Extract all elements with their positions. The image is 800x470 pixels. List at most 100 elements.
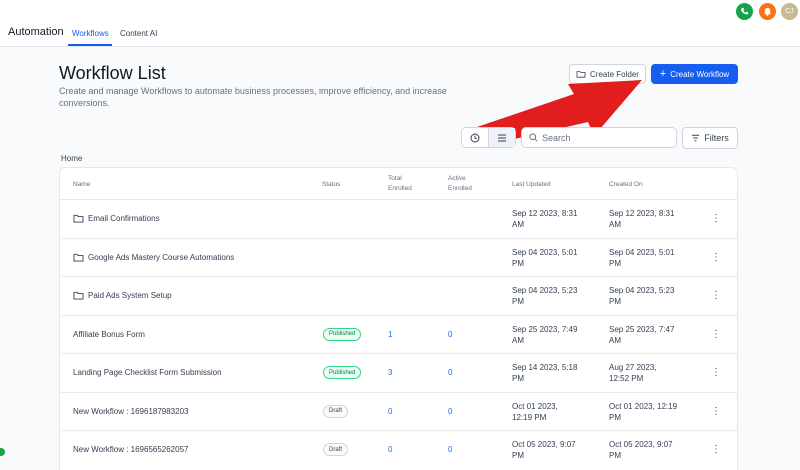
- created-line1: Oct 05 2023, 9:07: [609, 440, 673, 449]
- row-last-updated: Sep 04 2023, 5:01 PM: [512, 247, 577, 269]
- row-last-updated: Oct 05 2023, 9:07 PM: [512, 439, 576, 461]
- table-row[interactable]: Paid Ads System Setup Sep 04 2023, 5:23 P…: [60, 277, 737, 316]
- updated-line1: Sep 14 2023, 5:18: [512, 363, 578, 372]
- updated-line1: Oct 01 2023,: [512, 401, 558, 411]
- updated-line2: PM: [512, 258, 524, 268]
- row-name[interactable]: Affiliate Bonus Form: [73, 329, 145, 340]
- create-workflow-button[interactable]: + Create Workflow: [651, 64, 738, 84]
- row-active-enrolled[interactable]: 0: [448, 367, 452, 378]
- created-line2: PM: [609, 258, 621, 268]
- app-title: Automation: [8, 26, 64, 38]
- chat-widget-indicator[interactable]: [0, 448, 5, 456]
- row-created-on: Sep 04 2023, 5:01 PM: [609, 247, 674, 269]
- more-options-icon[interactable]: ⋮: [711, 329, 721, 340]
- clock-icon[interactable]: [462, 128, 488, 147]
- updated-line1: Sep 12 2023, 8:31: [512, 209, 578, 218]
- row-name-text: Landing Page Checklist Form Submission: [73, 368, 222, 377]
- row-last-updated: Sep 04 2023, 5:23 PM: [512, 285, 577, 307]
- created-line1: Sep 04 2023, 5:23: [609, 286, 675, 295]
- more-options-icon[interactable]: ⋮: [711, 291, 721, 301]
- row-name[interactable]: Landing Page Checklist Form Submission: [73, 367, 222, 378]
- col-active-line2: Enrolled: [448, 185, 472, 192]
- row-name-text: Google Ads Mastery Course Automations: [88, 252, 235, 262]
- row-name[interactable]: Google Ads Mastery Course Automations: [73, 252, 234, 263]
- row-total-enrolled[interactable]: 1: [388, 329, 392, 340]
- tab-content-ai[interactable]: Content AI: [120, 29, 157, 38]
- row-name[interactable]: Email Confirmations: [73, 213, 160, 224]
- row-last-updated: Oct 01 2023, 12:19 PM: [512, 401, 558, 423]
- avatar[interactable]: CJ: [781, 3, 798, 20]
- search-input[interactable]: [542, 132, 662, 143]
- bell-icon[interactable]: [759, 3, 776, 20]
- row-name[interactable]: New Workflow : 1696565262057: [73, 444, 188, 455]
- row-name-text: Affiliate Bonus Form: [73, 329, 145, 339]
- status-badge: Published: [323, 366, 362, 379]
- filters-label: Filters: [704, 133, 729, 143]
- updated-line1: Sep 25 2023, 7:49: [512, 324, 578, 334]
- row-name-text: Email Confirmations: [88, 214, 160, 223]
- search-box[interactable]: [521, 127, 677, 148]
- col-status[interactable]: Status: [322, 180, 340, 190]
- top-nav: Automation Workflows Content AI: [0, 0, 800, 47]
- tab-workflows[interactable]: Workflows: [72, 29, 109, 38]
- row-total-enrolled[interactable]: 3: [388, 367, 392, 378]
- updated-line1: Sep 04 2023, 5:23: [512, 286, 578, 295]
- list-view-icon[interactable]: [488, 128, 515, 147]
- table-row[interactable]: Landing Page Checklist Form Submission P…: [60, 354, 737, 393]
- phone-icon[interactable]: [736, 3, 753, 20]
- folder-icon: [73, 291, 84, 300]
- table-row[interactable]: Email Confirmations Sep 12 2023, 8:31 AM …: [60, 200, 737, 239]
- breadcrumb[interactable]: Home: [61, 154, 82, 163]
- status-badge: Draft: [323, 404, 349, 418]
- create-workflow-label: Create Workflow: [670, 69, 730, 79]
- filter-icon: [692, 134, 700, 142]
- table-row[interactable]: New Workflow : 1696565262057 Draft 0 0 O…: [60, 431, 737, 470]
- col-active-line1: Active: [448, 175, 466, 182]
- row-last-updated: Sep 25 2023, 7:49 AM: [512, 324, 577, 346]
- col-created-on[interactable]: Created On: [609, 180, 643, 190]
- row-last-updated: Sep 12 2023, 8:31 AM: [512, 208, 577, 230]
- created-line1: Oct 01 2023, 12:19: [609, 401, 678, 411]
- updated-line2: AM: [512, 220, 524, 229]
- table-row[interactable]: Google Ads Mastery Course Automations Se…: [60, 239, 737, 277]
- row-active-enrolled[interactable]: 0: [448, 444, 452, 455]
- search-icon: [529, 133, 538, 142]
- table-row[interactable]: Affiliate Bonus Form Published 1 0 Sep 2…: [60, 316, 737, 354]
- row-active-enrolled[interactable]: 0: [448, 406, 452, 417]
- row-name[interactable]: Paid Ads System Setup: [73, 290, 172, 301]
- created-line2: PM: [609, 412, 621, 422]
- more-options-icon[interactable]: ⋮: [711, 445, 721, 455]
- filters-button[interactable]: Filters: [682, 127, 738, 149]
- row-created-on: Oct 05 2023, 9:07 PM: [609, 439, 673, 461]
- row-active-enrolled[interactable]: 0: [448, 329, 452, 340]
- row-created-on: Oct 01 2023, 12:19 PM: [609, 401, 677, 423]
- row-total-enrolled[interactable]: 0: [388, 444, 392, 455]
- row-created-on: Sep 25 2023, 7:47 AM: [609, 324, 674, 346]
- col-name[interactable]: Name: [73, 180, 90, 190]
- more-options-icon[interactable]: ⋮: [711, 214, 721, 224]
- col-total-enrolled[interactable]: Total Enrolled: [388, 174, 412, 194]
- row-created-on: Aug 27 2023, 12:52 PM: [609, 362, 657, 384]
- updated-line2: AM: [512, 335, 524, 345]
- row-created-on: Sep 04 2023, 5:23 PM: [609, 285, 674, 307]
- created-line1: Sep 04 2023, 5:01: [609, 247, 675, 257]
- updated-line1: Oct 05 2023, 9:07: [512, 440, 576, 449]
- more-options-icon[interactable]: ⋮: [711, 406, 721, 417]
- page-subtitle: Create and manage Workflows to automate …: [59, 86, 447, 108]
- view-toggle[interactable]: [461, 127, 516, 148]
- row-name-text: New Workflow : 1696565262057: [73, 445, 189, 454]
- row-total-enrolled[interactable]: 0: [388, 406, 392, 417]
- table-row[interactable]: New Workflow : 1696187983203 Draft 0 0 O…: [60, 393, 737, 431]
- more-options-icon[interactable]: ⋮: [711, 252, 721, 263]
- updated-line2: 12:19 PM: [512, 412, 547, 422]
- row-name[interactable]: New Workflow : 1696187983203: [73, 406, 188, 417]
- table-header: Name Status Total Enrolled Active Enroll…: [60, 168, 737, 200]
- more-options-icon[interactable]: ⋮: [711, 368, 721, 378]
- created-line2: 12:52 PM: [609, 374, 644, 383]
- updated-line2: PM: [512, 451, 524, 460]
- active-tab-indicator: [68, 44, 112, 46]
- col-active-enrolled[interactable]: Active Enrolled: [448, 174, 472, 194]
- col-total-line2: Enrolled: [388, 185, 412, 192]
- row-name-text: Paid Ads System Setup: [88, 291, 172, 300]
- col-last-updated[interactable]: Last Updated: [512, 180, 551, 190]
